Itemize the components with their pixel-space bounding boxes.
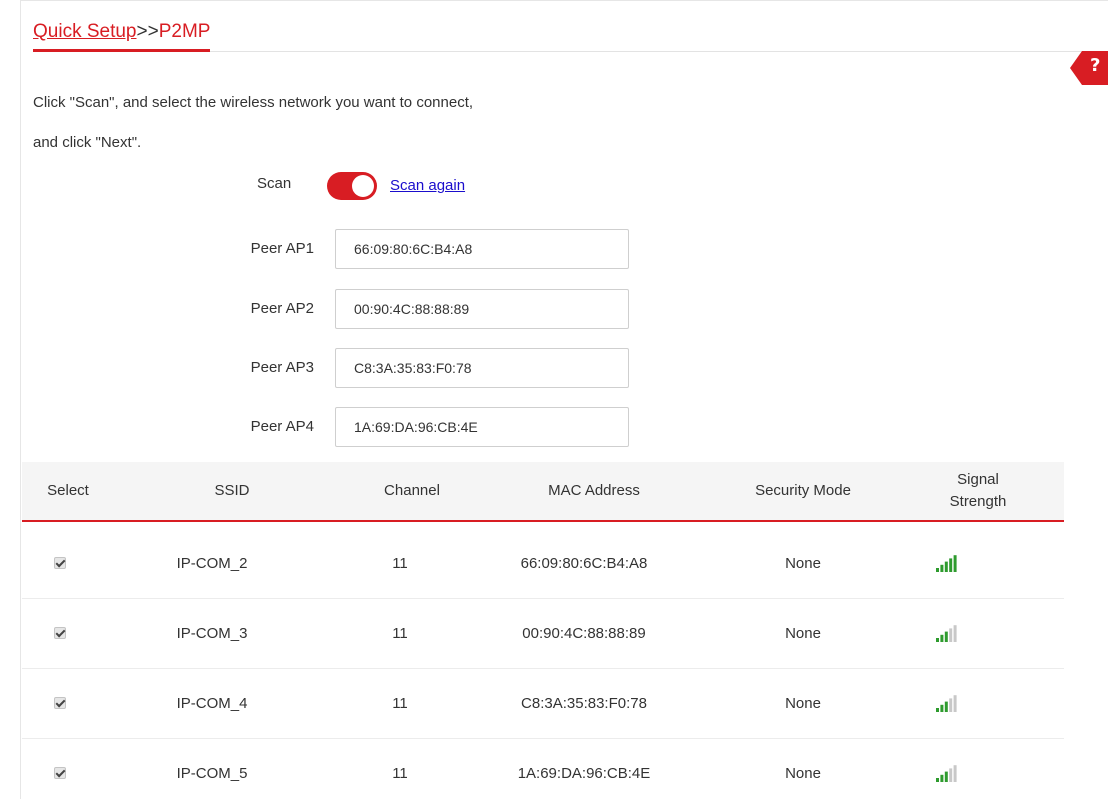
col-ssid: SSID — [214, 482, 250, 499]
breadcrumb-separator: >> — [136, 21, 159, 42]
row-ssid: IP-COM_4 — [176, 694, 248, 712]
signal-icon — [936, 555, 957, 572]
row-checkbox[interactable] — [54, 697, 66, 709]
table-row: IP-COM_4 11 C8:3A:35:83:F0:78 None — [22, 668, 1064, 739]
signal-bar — [944, 631, 948, 642]
table-row: IP-COM_3 11 00:90:4C:88:88:89 None — [22, 598, 1064, 669]
col-signal-strength: Signal Strength — [892, 462, 1064, 520]
row-checkbox[interactable] — [54, 767, 66, 779]
page-title-bar: Quick Setup>>P2MP — [33, 20, 1108, 52]
col-security-mode: Security Mode — [755, 482, 851, 499]
signal-bar — [944, 561, 948, 572]
breadcrumb-p2mp: P2MP — [158, 21, 211, 42]
intro-line-2: and click "Next". — [33, 134, 142, 151]
peer-ap4-input[interactable] — [335, 407, 629, 447]
col-signal-line1: Signal — [957, 471, 999, 488]
signal-bar — [953, 765, 957, 782]
signal-bar — [940, 774, 944, 782]
row-ssid: IP-COM_3 — [176, 624, 248, 642]
signal-icon — [936, 625, 957, 642]
peer-ap1-label: Peer AP1 — [250, 240, 314, 257]
signal-bar — [940, 634, 944, 642]
signal-bar — [953, 695, 957, 712]
col-mac-address: MAC Address — [548, 482, 640, 499]
peer-ap4-label: Peer AP4 — [250, 418, 314, 435]
signal-bar — [953, 625, 957, 642]
peer-ap2-label: Peer AP2 — [250, 300, 314, 317]
signal-bar — [936, 638, 939, 642]
peer-ap3-row: Peer AP3 — [200, 348, 640, 388]
row-security: None — [785, 554, 821, 572]
breadcrumb-quick-setup[interactable]: Quick Setup — [33, 21, 137, 42]
signal-bar — [944, 701, 948, 712]
help-button[interactable]: ? — [1070, 51, 1108, 85]
peer-ap2-row: Peer AP2 — [200, 289, 640, 329]
scan-toggle-knob — [352, 175, 374, 197]
signal-bar — [936, 568, 939, 572]
signal-bar — [949, 558, 953, 572]
scan-label: Scan — [257, 175, 292, 192]
signal-bar — [944, 771, 948, 782]
row-channel: 11 — [392, 624, 408, 642]
signal-bar — [949, 628, 953, 642]
row-mac: 00:90:4C:88:88:89 — [522, 624, 646, 642]
row-mac: C8:3A:35:83:F0:78 — [521, 694, 647, 712]
peer-ap1-row: Peer AP1 — [200, 229, 640, 269]
signal-bar — [949, 768, 953, 782]
breadcrumb: Quick Setup>>P2MP — [33, 20, 211, 52]
peer-ap2-input[interactable] — [335, 289, 629, 329]
signal-bar — [936, 708, 939, 712]
row-channel: 11 — [392, 694, 408, 712]
signal-bar — [953, 555, 957, 572]
row-mac: 66:09:80:6C:B4:A8 — [520, 554, 648, 572]
peer-ap4-row: Peer AP4 — [200, 407, 640, 447]
signal-bar — [940, 704, 944, 712]
signal-bar — [936, 778, 939, 782]
signal-bar — [949, 698, 953, 712]
peer-ap1-input[interactable] — [335, 229, 629, 269]
signal-icon — [936, 695, 957, 712]
scan-toggle[interactable] — [327, 172, 377, 200]
col-signal-line2: Strength — [949, 493, 1007, 510]
help-tab-shape — [1070, 51, 1108, 85]
peer-ap3-label: Peer AP3 — [250, 359, 314, 376]
row-channel: 11 — [392, 554, 408, 572]
col-channel: Channel — [384, 482, 440, 499]
help-icon: ? — [1090, 55, 1101, 76]
signal-icon — [936, 765, 957, 782]
row-security: None — [785, 624, 821, 642]
intro-line-1: Click "Scan", and select the wireless ne… — [33, 94, 474, 111]
col-select: Select — [47, 482, 89, 499]
scan-again-link[interactable]: Scan again — [390, 177, 465, 194]
row-security: None — [785, 694, 821, 712]
row-ssid: IP-COM_2 — [176, 554, 248, 572]
row-checkbox[interactable] — [54, 627, 66, 639]
signal-bar — [940, 564, 944, 572]
table-row: IP-COM_2 11 66:09:80:6C:B4:A8 None — [22, 528, 1064, 599]
row-checkbox[interactable] — [54, 557, 66, 569]
table-header: Select SSID Channel MAC Address Security… — [22, 462, 1064, 522]
peer-ap3-input[interactable] — [335, 348, 629, 388]
